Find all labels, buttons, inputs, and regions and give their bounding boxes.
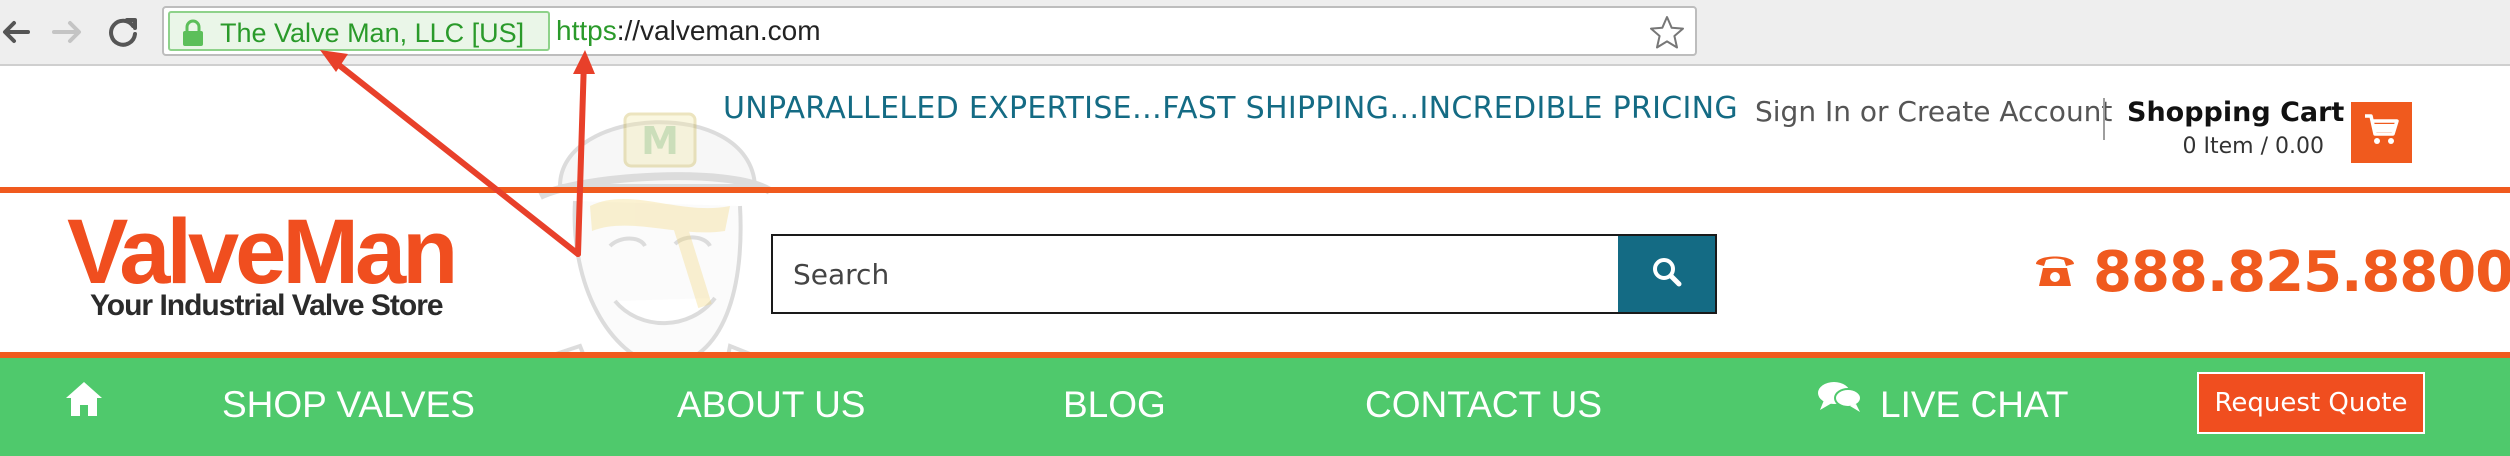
url-text[interactable]: https://valveman.com [556,15,821,47]
main-nav: SHOP VALVES ABOUT US BLOG CONTACT US LIV… [0,358,2510,456]
nav-live-chat[interactable]: LIVE CHAT [1880,384,2068,426]
cart-summary: 0 Item / 0.00 [2182,134,2324,159]
nav-blog[interactable]: BLOG [1063,384,1166,426]
browser-toolbar: The Valve Man, LLC [US] https://valveman… [0,0,2510,66]
phone-contact[interactable]: 888.825.8800 [2033,240,2510,305]
header-rule-top [0,187,2510,193]
star-icon[interactable] [1647,13,1687,58]
site-tagline: UNPARALLELED EXPERTISE…FAST SHIPPING…INC… [723,91,1738,126]
svg-text:M: M [641,119,679,163]
nav-shop-valves[interactable]: SHOP VALVES [222,384,475,426]
search-form [771,234,1717,314]
cart-button[interactable] [2351,102,2412,163]
shopping-cart-title[interactable]: Shopping Cart [2127,97,2344,128]
ev-organization-name: The Valve Man, LLC [US] [220,18,525,48]
phone-number[interactable]: 888.825.8800 [2093,240,2510,305]
request-quote-button[interactable]: Request Quote [2197,372,2425,434]
search-input[interactable] [773,236,1618,312]
logo-tagline: Your Industrial Valve Store [90,289,444,322]
lock-icon [180,19,206,52]
chat-icon [1816,378,1864,423]
nav-about-us[interactable]: ABOUT US [677,384,865,426]
reload-icon[interactable] [100,8,148,56]
search-button[interactable] [1618,236,1715,312]
home-icon[interactable] [62,378,106,425]
address-bar[interactable]: The Valve Man, LLC [US] https://valveman… [162,6,1697,56]
logo-wordmark[interactable]: ValveMan [67,206,458,298]
forward-arrow-icon[interactable] [44,8,92,56]
phone-icon [2033,250,2077,295]
cart-icon [2364,113,2400,152]
search-icon [1651,256,1683,293]
signin-link[interactable]: Sign In or Create Account [1755,95,2112,128]
header-divider [2103,98,2105,140]
ev-certificate-badge[interactable]: The Valve Man, LLC [US] [168,11,550,51]
back-arrow-icon[interactable] [0,8,42,56]
nav-contact-us[interactable]: CONTACT US [1365,384,1602,426]
